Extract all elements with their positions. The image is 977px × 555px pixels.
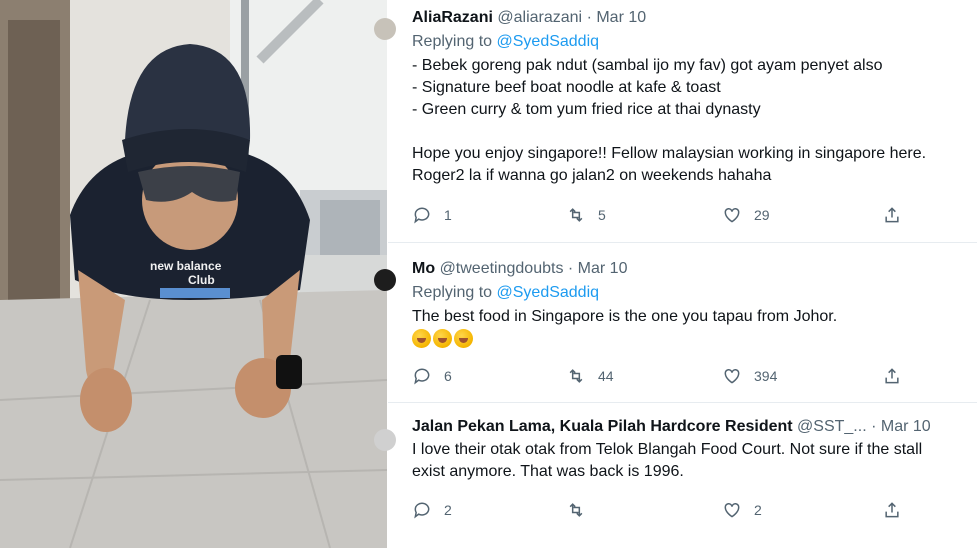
replying-to: Replying to @SyedSaddiq [412,282,967,304]
reply-count: 6 [444,368,452,384]
share-button[interactable] [882,499,902,521]
tweet-text: I love their otak otak from Telok Blanga… [412,439,967,483]
tweet-line: - Green curry & tom yum fried rice at th… [412,101,761,118]
like-count: 2 [754,502,762,518]
reply-button[interactable]: 6 [412,365,452,387]
tweet-1[interactable]: AliaRazani @aliarazani · Mar 10 Replying… [374,0,977,242]
smiling-face-emoji [412,329,431,349]
like-button[interactable]: 29 [722,204,770,226]
tweet-date[interactable]: Mar 10 [881,418,931,435]
tweet-2[interactable]: Mo @tweetingdoubts · Mar 10 Replying to … [374,242,977,402]
retweet-icon [569,503,583,517]
share-button[interactable] [882,365,902,387]
retweet-icon [569,208,583,222]
separator-dot: · [586,9,592,26]
like-button[interactable]: 394 [722,365,777,387]
like-count: 29 [754,207,770,223]
separator-dot: · [567,260,574,277]
tweet-text: - Bebek goreng pak ndut (sambal ijo my f… [412,55,967,187]
tweet-line: I love their otak otak from Telok Blanga… [412,441,923,458]
tweet-header: Mo @tweetingdoubts · Mar 10 [412,259,967,279]
shirt-print-line2: Club [188,273,215,287]
reply-button[interactable]: 1 [412,204,452,226]
replying-prefix: Replying to [412,33,493,50]
tweet-actions: 1 5 29 [412,204,899,226]
mention-link[interactable]: @SyedSaddiq [497,284,600,301]
tweet-actions: 6 44 394 [412,365,899,387]
plank-photo: new balance Club [0,0,387,548]
tweet-line: exist anymore. That was back is 1996. [412,463,684,480]
heart-icon [724,207,740,223]
smiling-face-emoji [433,329,452,349]
replying-to: Replying to @SyedSaddiq [412,31,967,53]
retweet-count: 44 [598,368,614,384]
separator-dot: · [871,418,877,435]
tweet-header: AliaRazani @aliarazani · Mar 10 [412,8,967,28]
tweet-line: Roger2 la if wanna go jalan2 on weekends… [412,167,772,184]
retweet-button[interactable] [566,499,586,521]
replying-prefix: Replying to [412,284,493,301]
reply-count: 2 [444,502,452,518]
reply-button[interactable]: 2 [412,499,452,521]
tweet-body: Jalan Pekan Lama, Kuala Pilah Hardcore R… [412,417,967,483]
tweet-line: - Bebek goreng pak ndut (sambal ijo my f… [412,57,883,74]
reply-icon [414,368,430,385]
shirt-print-line1: new balance [150,259,222,273]
tweet-header: Jalan Pekan Lama, Kuala Pilah Hardcore R… [412,417,967,437]
reply-icon [414,502,430,519]
avatar[interactable] [374,429,396,451]
tweet-line: The best food in Singapore is the one yo… [412,308,838,325]
avatar[interactable] [374,269,396,291]
author-name[interactable]: Mo [412,260,435,277]
tweet-thread: AliaRazani @aliarazani · Mar 10 Replying… [374,0,977,548]
retweet-button[interactable]: 44 [566,365,614,387]
tweet-date[interactable]: Mar 10 [596,9,646,26]
emoji-row [412,328,967,350]
heart-icon [724,502,740,518]
like-button[interactable]: 2 [722,499,762,521]
tweet-body: AliaRazani @aliarazani · Mar 10 Replying… [412,8,967,187]
retweet-icon [569,369,583,383]
tweet-text: The best food in Singapore is the one yo… [412,306,967,350]
like-count: 394 [754,368,778,384]
mention-link[interactable]: @SyedSaddiq [497,33,600,50]
share-button[interactable] [882,204,902,226]
reply-count: 1 [444,207,452,223]
tweet-body: Mo @tweetingdoubts · Mar 10 Replying to … [412,259,967,350]
author-handle[interactable]: @aliarazani [497,9,582,26]
tweet-date[interactable]: Mar 10 [578,260,628,277]
photo-illustration: new balance Club [0,0,387,548]
tweet-3[interactable]: Jalan Pekan Lama, Kuala Pilah Hardcore R… [374,402,977,548]
share-icon [885,502,899,518]
reply-icon [414,207,430,224]
avatar[interactable] [374,18,396,40]
author-handle[interactable]: @SST_... [797,418,867,435]
heart-icon [724,368,740,384]
author-handle[interactable]: @tweetingdoubts [440,260,564,277]
author-name[interactable]: Jalan Pekan Lama, Kuala Pilah Hardcore R… [412,418,793,435]
share-icon [885,368,899,384]
author-name[interactable]: AliaRazani [412,9,493,26]
tweet-line: - Signature beef boat noodle at kafe & t… [412,79,721,96]
retweet-count: 5 [598,207,606,223]
smiling-face-emoji [454,329,473,349]
tweet-line: Hope you enjoy singapore!! Fellow malays… [412,145,927,162]
share-icon [885,207,899,223]
tweet-actions: 2 2 [412,499,899,521]
retweet-button[interactable]: 5 [566,204,606,226]
